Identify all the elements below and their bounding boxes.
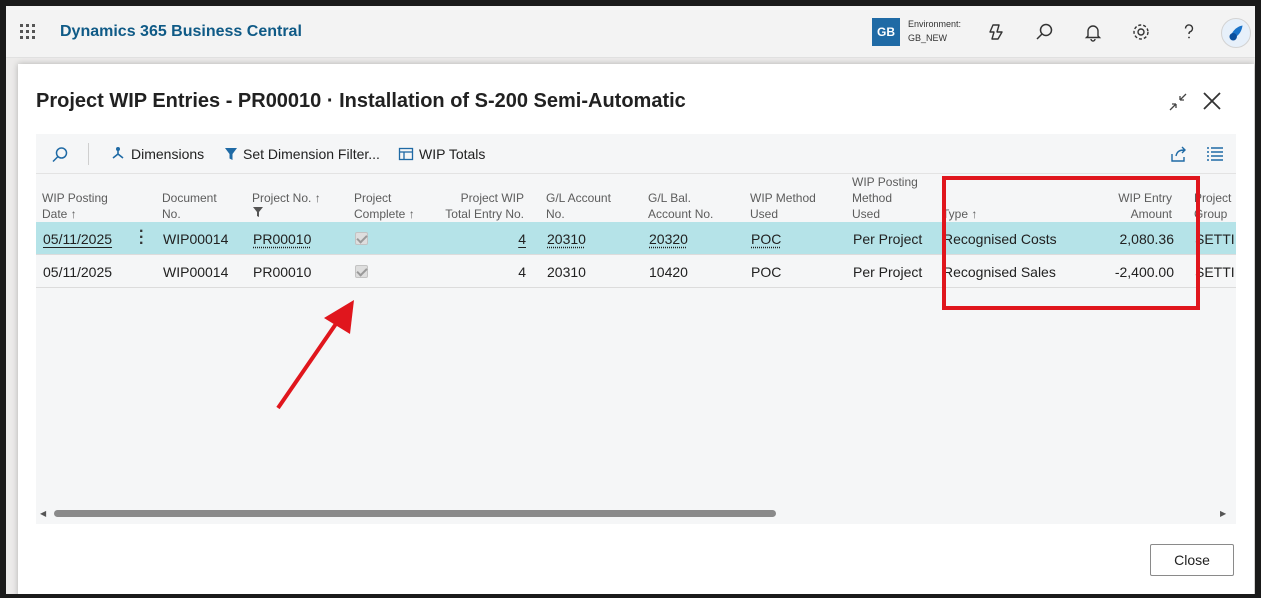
search-icon[interactable] <box>1035 22 1055 42</box>
environment-name: GB_NEW <box>908 33 948 43</box>
col-header-document-no[interactable]: Document No. <box>162 190 242 222</box>
cell-project-no[interactable]: PR00010 <box>253 231 311 247</box>
row-actions-icon[interactable]: · · · <box>139 224 144 252</box>
user-avatar[interactable] <box>1221 18 1251 48</box>
col-header-wip-method[interactable]: WIP Method Used <box>750 190 840 222</box>
col-header-wip-posting-date[interactable]: WIP Posting Date ↑ <box>42 190 132 222</box>
col-header-gl-bal-account[interactable]: G/L Bal. Account No. <box>648 190 738 222</box>
cell-gl-account[interactable]: 20310 <box>547 231 586 247</box>
dimensions-label: Dimensions <box>131 146 205 162</box>
cell-gl-bal-account: 10420 <box>649 264 688 280</box>
bell-icon[interactable] <box>1083 22 1103 42</box>
col-header-wip-posting-method[interactable]: WIP Posting Method Used <box>852 174 942 222</box>
app-launcher-icon[interactable] <box>20 24 36 40</box>
cell-date[interactable]: 05/11/2025 <box>43 231 112 247</box>
cell-date: 05/11/2025 <box>43 264 113 280</box>
cell-project-no: PR00010 <box>253 264 312 280</box>
environment-label: Environment: <box>908 19 962 29</box>
cell-wip-method: POC <box>751 264 782 280</box>
set-dimension-filter-label: Set Dimension Filter... <box>243 146 380 162</box>
cell-document-no: WIP00014 <box>163 231 229 247</box>
wip-totals-button[interactable]: WIP Totals <box>398 146 485 162</box>
scroll-left-arrow-icon[interactable]: ◀ <box>40 509 46 518</box>
column-filter-icon <box>253 207 263 217</box>
dimensions-icon <box>112 147 124 159</box>
close-button[interactable]: Close <box>1150 544 1234 576</box>
project-complete-checkbox <box>355 265 368 278</box>
set-dimension-filter-button[interactable]: Set Dimension Filter... <box>224 146 380 162</box>
horizontal-scrollbar[interactable]: ◀ ▶ <box>36 506 1236 520</box>
dialog-title: Project WIP Entries - PR00010 · Installa… <box>36 90 686 112</box>
col-header-project-complete[interactable]: Project Complete ↑ <box>354 190 434 222</box>
action-separator <box>88 143 89 165</box>
wip-totals-icon <box>398 147 414 161</box>
project-complete-checkbox <box>355 232 368 245</box>
window-frame: Dynamics 365 Business Central GB Environ… <box>0 0 1261 598</box>
cell-gl-account: 20310 <box>547 264 586 280</box>
scrollbar-thumb[interactable] <box>54 510 776 517</box>
cell-document-no: WIP00014 <box>163 264 229 280</box>
cell-gl-bal-account[interactable]: 20320 <box>649 231 688 247</box>
help-icon[interactable] <box>1179 22 1199 42</box>
dynamics-logo-icon <box>1229 25 1243 41</box>
environment-badge[interactable]: GB <box>872 18 900 46</box>
scroll-right-arrow-icon[interactable]: ▶ <box>1220 509 1226 518</box>
cell-wip-total-entry-no: 4 <box>518 264 526 280</box>
cell-group: SETTI <box>1195 264 1235 280</box>
top-nav-bar: Dynamics 365 Business Central GB Environ… <box>6 6 1255 58</box>
col-header-gl-account[interactable]: G/L Account No. <box>546 190 636 222</box>
annotation-highlight-box <box>942 176 1200 310</box>
collapse-icon[interactable] <box>1168 92 1188 112</box>
dimensions-button[interactable]: Dimensions <box>110 146 204 162</box>
action-bar: Dimensions Set Dimension Filter... WIP T… <box>36 134 1236 174</box>
cell-wip-total-entry-no[interactable]: 4 <box>474 231 526 247</box>
list-view-icon[interactable] <box>1206 146 1224 162</box>
wip-totals-label: WIP Totals <box>419 146 486 162</box>
copilot-icon[interactable] <box>987 22 1007 42</box>
filter-icon <box>225 148 237 160</box>
app-title[interactable]: Dynamics 365 Business Central <box>60 23 302 41</box>
col-header-project-no[interactable]: Project No. ↑ <box>252 190 342 222</box>
project-wip-entries-dialog: Project WIP Entries - PR00010 · Installa… <box>18 64 1254 594</box>
close-icon[interactable] <box>1201 90 1223 112</box>
search-list-icon[interactable] <box>51 146 69 164</box>
col-header-project-wip-total[interactable]: Project WIP Total Entry No. <box>434 190 524 222</box>
gear-icon[interactable] <box>1131 22 1151 42</box>
col-header-project-group[interactable]: Project Group <box>1194 190 1236 222</box>
cell-group[interactable]: SETTI <box>1195 231 1236 247</box>
cell-wip-posting-method: Per Project <box>853 231 923 247</box>
cell-wip-method[interactable]: POC <box>751 231 781 247</box>
cell-wip-posting-method: Per Project <box>853 264 923 280</box>
share-icon[interactable] <box>1170 145 1188 163</box>
annotation-arrow-icon <box>276 300 354 410</box>
